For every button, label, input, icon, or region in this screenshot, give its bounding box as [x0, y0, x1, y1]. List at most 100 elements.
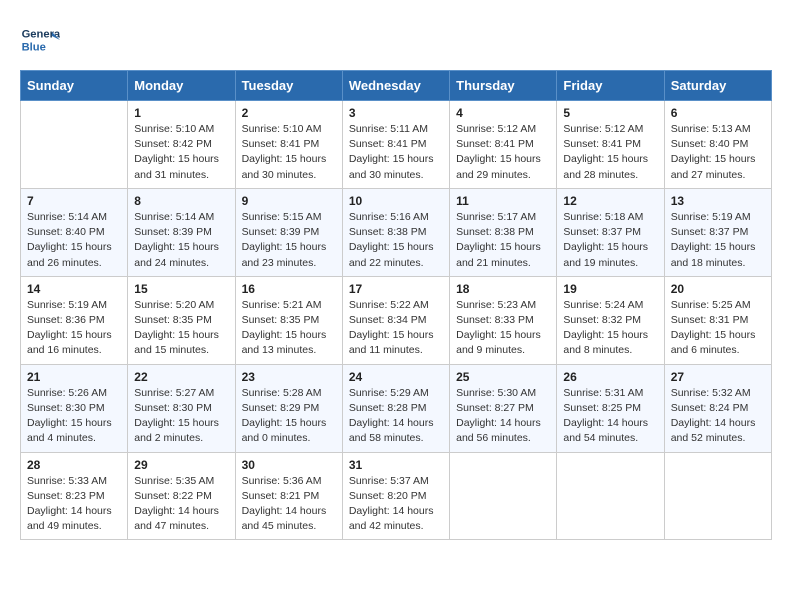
day-number: 1: [134, 106, 228, 120]
day-info: Sunrise: 5:13 AM Sunset: 8:40 PM Dayligh…: [671, 122, 765, 183]
day-number: 21: [27, 370, 121, 384]
day-info: Sunrise: 5:19 AM Sunset: 8:37 PM Dayligh…: [671, 210, 765, 271]
day-info: Sunrise: 5:36 AM Sunset: 8:21 PM Dayligh…: [242, 474, 336, 535]
day-number: 25: [456, 370, 550, 384]
weekday-header-row: SundayMondayTuesdayWednesdayThursdayFrid…: [21, 71, 772, 101]
day-number: 26: [563, 370, 657, 384]
day-number: 10: [349, 194, 443, 208]
calendar-cell: 15 Sunrise: 5:20 AM Sunset: 8:35 PM Dayli…: [128, 276, 235, 364]
day-number: 3: [349, 106, 443, 120]
calendar-cell: 6 Sunrise: 5:13 AM Sunset: 8:40 PM Daylig…: [664, 101, 771, 189]
weekday-header-thursday: Thursday: [450, 71, 557, 101]
calendar-cell: 7 Sunrise: 5:14 AM Sunset: 8:40 PM Daylig…: [21, 188, 128, 276]
calendar-cell: 21Sunrise: 5:26 AM Sunset: 8:30 PM Dayli…: [21, 364, 128, 452]
day-number: 20: [671, 282, 765, 296]
calendar-cell: [557, 452, 664, 540]
calendar-cell: 18 Sunrise: 5:23 AM Sunset: 8:33 PM Dayli…: [450, 276, 557, 364]
day-info: Sunrise: 5:14 AM Sunset: 8:40 PM Dayligh…: [27, 210, 121, 271]
day-info: Sunrise: 5:35 AM Sunset: 8:22 PM Dayligh…: [134, 474, 228, 535]
day-number: 14: [27, 282, 121, 296]
day-info: Sunrise: 5:32 AM Sunset: 8:24 PM Dayligh…: [671, 386, 765, 447]
day-number: 19: [563, 282, 657, 296]
day-info: Sunrise: 5:10 AM Sunset: 8:41 PM Dayligh…: [242, 122, 336, 183]
calendar-cell: 29 Sunrise: 5:35 AM Sunset: 8:22 PM Dayli…: [128, 452, 235, 540]
calendar-cell: 3 Sunrise: 5:11 AM Sunset: 8:41 PM Daylig…: [342, 101, 449, 189]
weekday-header-sunday: Sunday: [21, 71, 128, 101]
day-info: Sunrise: 5:17 AM Sunset: 8:38 PM Dayligh…: [456, 210, 550, 271]
day-info: Sunrise: 5:27 AM Sunset: 8:30 PM Dayligh…: [134, 386, 228, 447]
day-info: Sunrise: 5:10 AM Sunset: 8:42 PM Dayligh…: [134, 122, 228, 183]
calendar-cell: 1 Sunrise: 5:10 AM Sunset: 8:42 PM Daylig…: [128, 101, 235, 189]
calendar-week-row: 1 Sunrise: 5:10 AM Sunset: 8:42 PM Daylig…: [21, 101, 772, 189]
calendar-cell: 13 Sunrise: 5:19 AM Sunset: 8:37 PM Dayli…: [664, 188, 771, 276]
day-info: Sunrise: 5:14 AM Sunset: 8:39 PM Dayligh…: [134, 210, 228, 271]
day-info: Sunrise: 5:25 AM Sunset: 8:31 PM Dayligh…: [671, 298, 765, 359]
day-info: Sunrise: 5:30 AM Sunset: 8:27 PM Dayligh…: [456, 386, 550, 447]
day-info: Sunrise: 5:15 AM Sunset: 8:39 PM Dayligh…: [242, 210, 336, 271]
day-info: Sunrise: 5:12 AM Sunset: 8:41 PM Dayligh…: [456, 122, 550, 183]
day-number: 13: [671, 194, 765, 208]
calendar-cell: 30 Sunrise: 5:36 AM Sunset: 8:21 PM Dayli…: [235, 452, 342, 540]
day-info: Sunrise: 5:18 AM Sunset: 8:37 PM Dayligh…: [563, 210, 657, 271]
calendar-cell: 14 Sunrise: 5:19 AM Sunset: 8:36 PM Dayli…: [21, 276, 128, 364]
calendar-table: SundayMondayTuesdayWednesdayThursdayFrid…: [20, 70, 772, 540]
day-number: 18: [456, 282, 550, 296]
weekday-header-tuesday: Tuesday: [235, 71, 342, 101]
calendar-cell: [450, 452, 557, 540]
calendar-cell: 27Sunrise: 5:32 AM Sunset: 8:24 PM Dayli…: [664, 364, 771, 452]
weekday-header-saturday: Saturday: [664, 71, 771, 101]
calendar-cell: 9 Sunrise: 5:15 AM Sunset: 8:39 PM Daylig…: [235, 188, 342, 276]
calendar-cell: 8 Sunrise: 5:14 AM Sunset: 8:39 PM Daylig…: [128, 188, 235, 276]
day-number: 29: [134, 458, 228, 472]
day-info: Sunrise: 5:23 AM Sunset: 8:33 PM Dayligh…: [456, 298, 550, 359]
calendar-cell: 10 Sunrise: 5:16 AM Sunset: 8:38 PM Dayli…: [342, 188, 449, 276]
logo: General Blue: [20, 20, 60, 60]
day-info: Sunrise: 5:37 AM Sunset: 8:20 PM Dayligh…: [349, 474, 443, 535]
calendar-cell: 22 Sunrise: 5:27 AM Sunset: 8:30 PM Dayli…: [128, 364, 235, 452]
day-info: Sunrise: 5:20 AM Sunset: 8:35 PM Dayligh…: [134, 298, 228, 359]
calendar-cell: 28 Sunrise: 5:33 AM Sunset: 8:23 PM Dayli…: [21, 452, 128, 540]
page-header: General Blue: [20, 20, 772, 60]
calendar-cell: 24Sunrise: 5:29 AM Sunset: 8:28 PM Dayli…: [342, 364, 449, 452]
day-number: 17: [349, 282, 443, 296]
weekday-header-monday: Monday: [128, 71, 235, 101]
calendar-cell: 25 Sunrise: 5:30 AM Sunset: 8:27 PM Dayli…: [450, 364, 557, 452]
calendar-cell: 31 Sunrise: 5:37 AM Sunset: 8:20 PM Dayli…: [342, 452, 449, 540]
weekday-header-wednesday: Wednesday: [342, 71, 449, 101]
day-info: Sunrise: 5:16 AM Sunset: 8:38 PM Dayligh…: [349, 210, 443, 271]
day-number: 5: [563, 106, 657, 120]
day-number: 23: [242, 370, 336, 384]
day-number: 28: [27, 458, 121, 472]
day-number: 22: [134, 370, 228, 384]
day-number: 9: [242, 194, 336, 208]
calendar-cell: 20 Sunrise: 5:25 AM Sunset: 8:31 PM Dayli…: [664, 276, 771, 364]
calendar-cell: 16Sunrise: 5:21 AM Sunset: 8:35 PM Dayli…: [235, 276, 342, 364]
calendar-cell: [664, 452, 771, 540]
day-info: Sunrise: 5:29 AM Sunset: 8:28 PM Dayligh…: [349, 386, 443, 447]
day-number: 11: [456, 194, 550, 208]
calendar-cell: 4 Sunrise: 5:12 AM Sunset: 8:41 PM Daylig…: [450, 101, 557, 189]
calendar-cell: [21, 101, 128, 189]
calendar-week-row: 14 Sunrise: 5:19 AM Sunset: 8:36 PM Dayli…: [21, 276, 772, 364]
day-number: 30: [242, 458, 336, 472]
day-info: Sunrise: 5:24 AM Sunset: 8:32 PM Dayligh…: [563, 298, 657, 359]
weekday-header-friday: Friday: [557, 71, 664, 101]
day-info: Sunrise: 5:28 AM Sunset: 8:29 PM Dayligh…: [242, 386, 336, 447]
day-number: 8: [134, 194, 228, 208]
day-number: 2: [242, 106, 336, 120]
day-number: 4: [456, 106, 550, 120]
day-number: 16: [242, 282, 336, 296]
calendar-cell: 12 Sunrise: 5:18 AM Sunset: 8:37 PM Dayli…: [557, 188, 664, 276]
day-info: Sunrise: 5:31 AM Sunset: 8:25 PM Dayligh…: [563, 386, 657, 447]
day-info: Sunrise: 5:11 AM Sunset: 8:41 PM Dayligh…: [349, 122, 443, 183]
day-number: 12: [563, 194, 657, 208]
calendar-cell: 26 Sunrise: 5:31 AM Sunset: 8:25 PM Dayli…: [557, 364, 664, 452]
day-number: 7: [27, 194, 121, 208]
calendar-cell: 19 Sunrise: 5:24 AM Sunset: 8:32 PM Dayli…: [557, 276, 664, 364]
day-info: Sunrise: 5:33 AM Sunset: 8:23 PM Dayligh…: [27, 474, 121, 535]
day-number: 31: [349, 458, 443, 472]
day-info: Sunrise: 5:19 AM Sunset: 8:36 PM Dayligh…: [27, 298, 121, 359]
day-number: 15: [134, 282, 228, 296]
day-number: 6: [671, 106, 765, 120]
day-info: Sunrise: 5:22 AM Sunset: 8:34 PM Dayligh…: [349, 298, 443, 359]
